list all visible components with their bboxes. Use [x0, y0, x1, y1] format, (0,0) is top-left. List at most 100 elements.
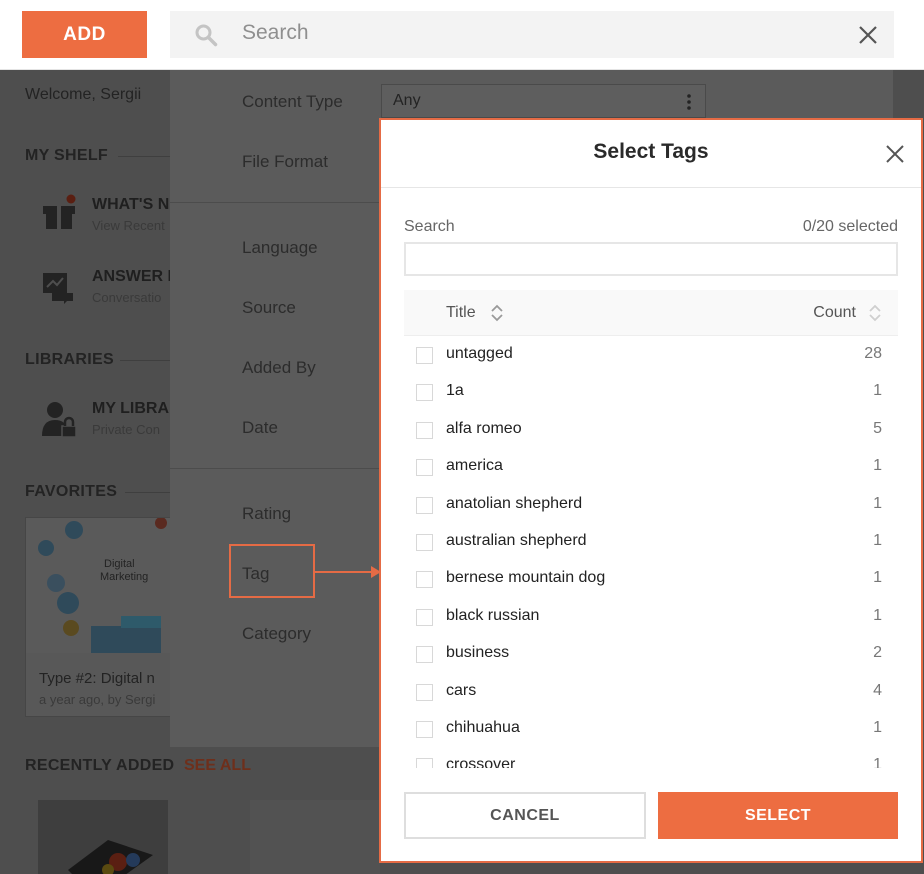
global-search-bar[interactable]: Search — [170, 11, 894, 58]
digital-marketing-illustration — [38, 518, 167, 653]
tag-checkbox[interactable] — [416, 720, 433, 738]
sort-icon[interactable] — [868, 303, 882, 323]
tag-checkbox[interactable] — [416, 421, 433, 439]
my-shelf-heading: MY SHELF — [25, 147, 109, 164]
library-item-subtitle: Private Con — [92, 422, 160, 437]
filter-language[interactable]: Language — [242, 238, 318, 258]
filter-rating[interactable]: Rating — [242, 504, 291, 524]
sort-icon[interactable] — [490, 303, 504, 323]
tag-count: 1 — [873, 382, 882, 400]
recent-item-thumbnail[interactable] — [38, 800, 168, 874]
tag-title: business — [446, 644, 510, 662]
divider — [170, 468, 380, 469]
filter-added-by[interactable]: Added By — [242, 358, 316, 378]
library-item-title[interactable]: MY LIBRA — [92, 400, 169, 418]
tag-checkbox[interactable] — [416, 384, 433, 402]
shelf-item-title[interactable]: WHAT'S N — [92, 196, 169, 214]
tag-checkbox[interactable] — [416, 608, 433, 626]
divider — [118, 156, 170, 157]
tag-checkbox[interactable] — [416, 758, 433, 768]
tag-count: 1 — [873, 756, 882, 768]
tag-count: 1 — [873, 606, 882, 624]
tag-checkbox[interactable] — [416, 646, 433, 664]
tag-count: 2 — [873, 644, 882, 662]
table-row[interactable]: chihuahua 1 — [404, 710, 898, 747]
shelf-item-title[interactable]: ANSWER I — [92, 268, 172, 286]
tag-checkbox[interactable] — [416, 496, 433, 514]
tag-title: anatolian shepherd — [446, 494, 583, 512]
shelf-item-subtitle: Conversatio — [92, 290, 162, 305]
tag-title: australian shepherd — [446, 531, 587, 549]
favorite-card[interactable]: Digital Marketing Type #2: Digital n a y… — [25, 517, 181, 717]
table-row[interactable]: 1a 1 — [404, 373, 898, 410]
modal-title: Select Tags — [593, 140, 709, 163]
tag-count: 1 — [873, 569, 882, 587]
filter-content-type[interactable]: Content Type — [242, 92, 343, 112]
tag-title: crossover — [446, 756, 516, 768]
table-row[interactable]: australian shepherd 1 — [404, 523, 898, 560]
tag-count: 1 — [873, 718, 882, 736]
tag-search-input[interactable] — [404, 242, 898, 276]
table-row[interactable]: black russian 1 — [404, 598, 898, 635]
column-count[interactable]: Count — [813, 304, 856, 322]
select-button[interactable]: SELECT — [658, 792, 898, 839]
selected-count: 0/20 selected — [802, 218, 898, 235]
arrow-right-icon — [315, 566, 381, 578]
divider — [125, 492, 170, 493]
recent-item-thumbnail[interactable] — [250, 800, 380, 874]
divider — [170, 202, 380, 203]
tag-checkbox[interactable] — [416, 533, 433, 551]
search-input[interactable]: Search — [242, 21, 309, 45]
tag-title: cars — [446, 681, 477, 699]
table-row[interactable]: crossover 1 — [404, 747, 898, 768]
more-vertical-icon — [687, 94, 691, 110]
add-button[interactable]: ADD — [22, 11, 147, 58]
table-row[interactable]: alfa romeo 5 — [404, 411, 898, 448]
table-row[interactable]: anatolian shepherd 1 — [404, 486, 898, 523]
table-row[interactable]: america 1 — [404, 448, 898, 485]
tag-title: america — [446, 457, 503, 475]
search-icon — [195, 24, 218, 47]
tag-title: untagged — [446, 345, 513, 362]
card-image-text: Marketing — [100, 571, 149, 583]
favorite-card-title: Type #2: Digital n — [39, 670, 155, 687]
table-row[interactable]: business 2 — [404, 635, 898, 672]
recent-thumbnail-image — [38, 800, 168, 874]
tag-title: alfa romeo — [446, 419, 522, 437]
tag-checkbox[interactable] — [416, 347, 433, 364]
table-row[interactable]: cars 4 — [404, 673, 898, 710]
content-type-select[interactable]: Any — [381, 84, 706, 118]
filter-file-format[interactable]: File Format — [242, 152, 328, 172]
private-library-icon — [42, 402, 77, 438]
cancel-button[interactable]: CANCEL — [404, 792, 646, 839]
table-row[interactable]: bernese mountain dog 1 — [404, 560, 898, 597]
tag-title: 1a — [446, 382, 464, 400]
recently-added-heading: RECENTLY ADDED — [25, 757, 175, 774]
tag-title: black russian — [446, 606, 540, 624]
filter-date[interactable]: Date — [242, 418, 278, 438]
close-icon[interactable] — [856, 23, 880, 47]
tag-count: 1 — [873, 457, 882, 475]
tags-list: untagged 28 1a 1 alfa romeo 5 america 1 anatolia… — [404, 336, 898, 768]
favorite-card-meta: a year ago, by Sergi — [39, 692, 156, 707]
table-row[interactable]: untagged 28 — [404, 336, 898, 373]
column-title[interactable]: Title — [446, 304, 476, 322]
close-icon[interactable] — [885, 144, 905, 164]
tag-checkbox[interactable] — [416, 571, 433, 589]
filter-source[interactable]: Source — [242, 298, 296, 318]
tag-checkbox[interactable] — [416, 459, 433, 477]
welcome-text: Welcome, Sergii — [25, 86, 142, 103]
tag-count: 1 — [873, 494, 882, 512]
favorites-heading: FAVORITES — [25, 483, 118, 500]
shelf-item-subtitle: View Recent — [92, 218, 165, 233]
tag-checkbox[interactable] — [416, 683, 433, 701]
modal-header: Select Tags — [381, 120, 921, 188]
chat-icon — [43, 273, 73, 304]
tag-count: 5 — [873, 419, 882, 437]
tag-highlight-box — [229, 544, 315, 598]
tags-table: Title Count untagged 28 1a 1 alfa romeo 5 amer… — [404, 290, 898, 768]
filter-category[interactable]: Category — [242, 624, 311, 644]
see-all-link[interactable]: SEE ALL — [184, 757, 251, 775]
tag-count: 28 — [864, 345, 882, 362]
table-header: Title Count — [404, 290, 898, 336]
